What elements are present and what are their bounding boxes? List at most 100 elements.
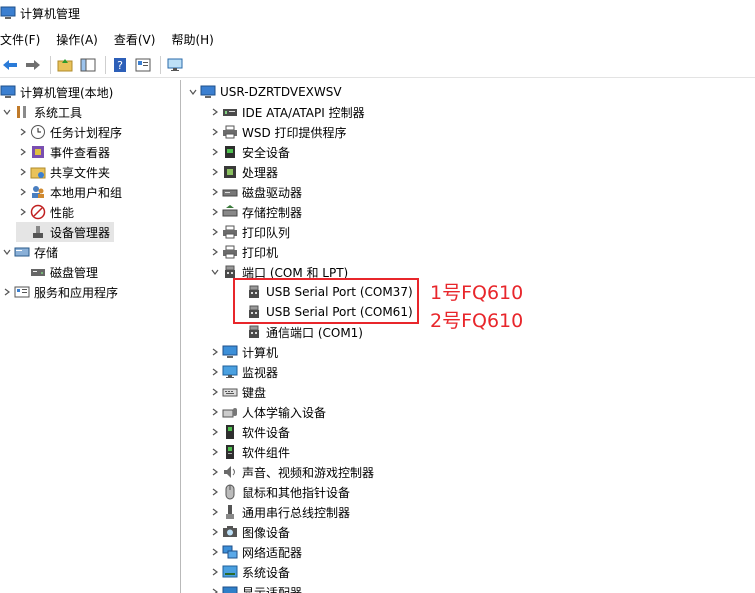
chevron-right-icon[interactable] — [208, 502, 222, 522]
device-tree-item[interactable]: 键盘 — [208, 382, 266, 402]
nav-tree-item[interactable]: 磁盘管理 — [16, 262, 98, 282]
chevron-right-icon[interactable] — [208, 422, 222, 442]
chevron-right-icon[interactable] — [208, 122, 222, 142]
chevron-right-icon[interactable] — [208, 342, 222, 362]
nav-tree-item[interactable]: 计算机管理(本地) — [0, 82, 113, 102]
chevron-right-icon[interactable] — [208, 562, 222, 582]
chevron-down-icon[interactable] — [186, 82, 200, 102]
chevron-right-icon[interactable] — [16, 122, 30, 142]
chevron-right-icon[interactable] — [16, 162, 30, 182]
device-tree-item[interactable]: 网络适配器 — [208, 542, 302, 562]
chevron-right-icon[interactable] — [208, 182, 222, 202]
printer-icon — [222, 244, 238, 260]
chevron-right-icon[interactable] — [208, 202, 222, 222]
nav-tree-item[interactable]: 事件查看器 — [16, 142, 110, 162]
menu-view[interactable]: 查看(V) — [114, 31, 164, 48]
device-tree-item[interactable]: 磁盘驱动器 — [208, 182, 302, 202]
device-tree-item[interactable]: IDE ATA/ATAPI 控制器 — [208, 102, 365, 122]
chevron-right-icon[interactable] — [0, 282, 14, 302]
device-tree-item-label: WSD 打印提供程序 — [242, 125, 347, 140]
device-tree-item[interactable]: 人体学输入设备 — [208, 402, 326, 422]
forward-arrow-icon[interactable] — [23, 55, 43, 75]
chevron-right-icon[interactable] — [208, 542, 222, 562]
device-tree-item[interactable]: 声音、视频和游戏控制器 — [208, 462, 374, 482]
storage-icon — [14, 244, 30, 260]
chevron-right-icon[interactable] — [208, 102, 222, 122]
chevron-right-icon[interactable] — [208, 142, 222, 162]
root-computer-icon — [200, 84, 216, 100]
device-tree-item[interactable]: 打印队列 — [208, 222, 290, 242]
device-tree-item-label: 键盘 — [242, 385, 267, 400]
device-tree-item[interactable]: 显示适配器 — [208, 582, 302, 593]
device-tree-item[interactable]: 软件设备 — [208, 422, 290, 442]
usb-icon — [222, 504, 238, 520]
help-icon[interactable]: ? — [110, 55, 130, 75]
chevron-right-icon[interactable] — [208, 382, 222, 402]
chevron-down-icon[interactable] — [0, 102, 14, 122]
device-tree-item[interactable]: 计算机 — [208, 342, 278, 362]
computer-icon — [222, 344, 238, 360]
chevron-right-icon[interactable] — [208, 402, 222, 422]
nav-tree-item[interactable]: 任务计划程序 — [16, 122, 122, 142]
security-device-icon — [222, 144, 238, 160]
disk-management-icon — [30, 264, 46, 280]
device-tree-item[interactable]: WSD 打印提供程序 — [208, 122, 347, 142]
nav-tree-item-label: 系统工具 — [34, 105, 83, 120]
performance-icon — [30, 204, 46, 220]
services-icon — [14, 284, 30, 300]
nav-tree-item[interactable]: 系统工具 — [0, 102, 82, 122]
properties-icon[interactable] — [133, 55, 153, 75]
device-tree-item[interactable]: 打印机 — [208, 242, 278, 262]
show-hide-tree-icon[interactable] — [78, 55, 98, 75]
device-tree-item[interactable]: 监视器 — [208, 362, 278, 382]
nav-tree-item[interactable]: 存储 — [0, 242, 58, 262]
keyboard-icon — [222, 384, 238, 400]
nav-tree-item[interactable]: 性能 — [16, 202, 74, 222]
chevron-right-icon[interactable] — [208, 522, 222, 542]
chevron-right-icon[interactable] — [16, 182, 30, 202]
nav-tree-item[interactable]: 共享文件夹 — [16, 162, 110, 182]
back-arrow-icon[interactable] — [0, 55, 20, 75]
device-tree-item[interactable]: 通用串行总线控制器 — [208, 502, 350, 522]
device-tree-item[interactable]: 处理器 — [208, 162, 278, 182]
up-folder-icon[interactable] — [55, 55, 75, 75]
device-tree-item[interactable]: 通信端口 (COM1) — [232, 322, 363, 342]
nav-tree-item-label: 任务计划程序 — [50, 125, 123, 140]
device-tree-item[interactable]: 鼠标和其他指针设备 — [208, 482, 350, 502]
menu-file[interactable]: 文件(F) — [0, 31, 48, 48]
menu-help[interactable]: 帮助(H) — [171, 31, 221, 48]
device-tree-item[interactable]: 系统设备 — [208, 562, 290, 582]
ide-controller-icon — [222, 104, 238, 120]
storage-controller-icon — [222, 204, 238, 220]
nav-tree-item[interactable]: 设备管理器 — [16, 222, 115, 242]
chevron-right-icon[interactable] — [208, 362, 222, 382]
device-tree-item-label: 声音、视频和游戏控制器 — [242, 465, 375, 480]
menu-action[interactable]: 操作(A) — [56, 31, 106, 48]
chevron-right-icon[interactable] — [208, 222, 222, 242]
nav-tree-item[interactable]: 本地用户和组 — [16, 182, 122, 202]
chevron-right-icon[interactable] — [208, 462, 222, 482]
device-tree-item[interactable]: 存储控制器 — [208, 202, 302, 222]
chevron-right-icon[interactable] — [16, 202, 30, 222]
chevron-right-icon[interactable] — [208, 482, 222, 502]
device-tree-item-label: 处理器 — [242, 165, 279, 180]
chevron-right-icon[interactable] — [208, 582, 222, 593]
software-component-icon — [222, 444, 238, 460]
device-tree-root[interactable]: USR-DZRTDVEXWSV — [186, 82, 342, 102]
device-tree-item[interactable]: 软件组件 — [208, 442, 290, 462]
toolbar-separator — [160, 55, 161, 74]
chevron-down-icon[interactable] — [208, 262, 222, 282]
device-tree-item-label: 打印机 — [242, 245, 279, 260]
chevron-right-icon[interactable] — [208, 162, 222, 182]
chevron-right-icon[interactable] — [16, 142, 30, 162]
chevron-down-icon[interactable] — [0, 242, 14, 262]
nav-tree-item-label: 本地用户和组 — [50, 185, 123, 200]
monitor-icon[interactable] — [165, 55, 185, 75]
device-tree-item[interactable]: 图像设备 — [208, 522, 290, 542]
nav-tree-item[interactable]: 服务和应用程序 — [0, 282, 118, 302]
chevron-right-icon[interactable] — [208, 442, 222, 462]
chevron-right-icon[interactable] — [208, 242, 222, 262]
mouse-icon — [222, 484, 238, 500]
device-tree-pane: USR-DZRTDVEXWSV IDE ATA/ATAPI 控制器 WSD 打印提供… — [184, 80, 755, 593]
device-tree-item[interactable]: 安全设备 — [208, 142, 290, 162]
